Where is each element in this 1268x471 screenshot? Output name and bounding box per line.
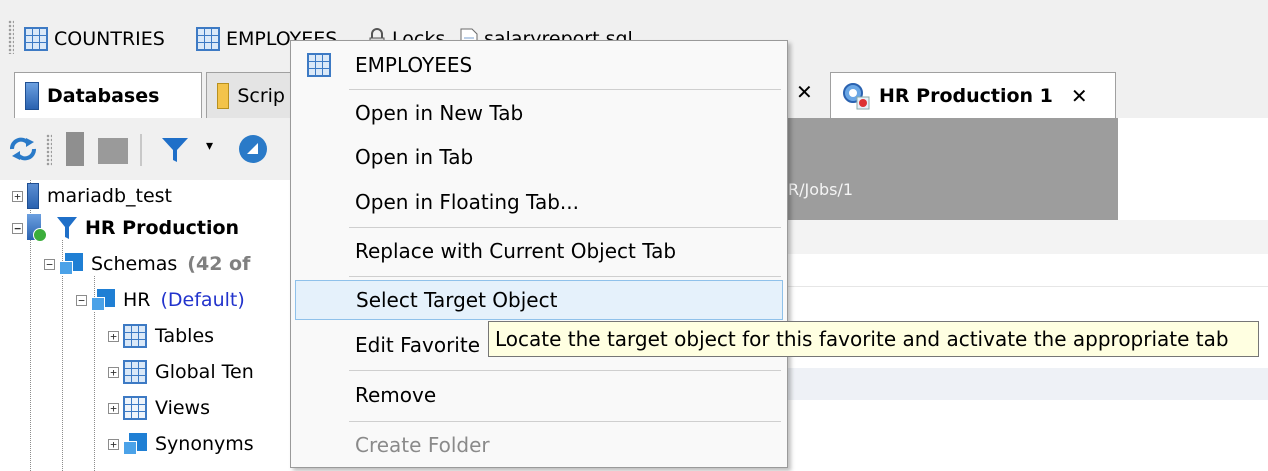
menu-item-open-in-floating-tab[interactable]: Open in Floating Tab... — [295, 182, 783, 222]
tree-node-synonyms[interactable]: + Synonyms — [108, 428, 254, 460]
database-icon — [25, 81, 39, 110]
menu-item-open-in-tab[interactable]: Open in Tab — [295, 137, 783, 177]
schema-icon — [91, 289, 115, 311]
menu-separator — [349, 227, 781, 228]
filter-icon[interactable] — [158, 132, 192, 166]
menu-separator — [349, 421, 781, 422]
expand-icon[interactable]: + — [108, 366, 119, 378]
collapse-icon[interactable]: − — [12, 222, 23, 234]
menu-separator — [349, 276, 781, 277]
tree-node-hr-production[interactable]: − HR Production — [12, 212, 239, 244]
expand-icon[interactable]: + — [108, 438, 119, 450]
menu-item-open-in-new-tab[interactable]: Open in New Tab — [295, 93, 783, 133]
table-icon — [24, 27, 48, 51]
global-temp-table-icon — [123, 360, 147, 384]
table-icon — [307, 53, 331, 77]
close-icon[interactable]: ✕ — [1071, 84, 1088, 108]
collapse-icon[interactable]: − — [76, 294, 87, 306]
database-icon — [27, 183, 39, 209]
schema-icon — [59, 253, 83, 275]
table-icon — [196, 27, 220, 51]
filter-dropdown-arrow[interactable]: ▾ — [206, 138, 213, 154]
toolbar-separator — [140, 134, 142, 166]
expand-icon[interactable]: + — [108, 330, 119, 342]
navigate-icon[interactable] — [236, 132, 270, 166]
tree-node-schemas[interactable]: − Schemas (42 of — [44, 248, 250, 280]
connection-icon — [843, 82, 870, 109]
menu-header-employees: EMPLOYEES — [295, 45, 783, 85]
table-icon — [123, 324, 147, 348]
expand-icon[interactable]: + — [12, 190, 23, 202]
tab-scripts[interactable]: Scrip — [206, 72, 296, 118]
menu-item-remove[interactable]: Remove — [295, 375, 783, 415]
synonym-icon — [123, 433, 147, 455]
menu-separator — [349, 89, 781, 90]
database-tree: + mariadb_test − HR Production − Schemas… — [0, 180, 290, 471]
menu-separator — [349, 370, 781, 371]
connected-database-icon — [27, 214, 53, 242]
filter-icon — [57, 217, 77, 239]
refresh-icon[interactable] — [6, 132, 40, 166]
collapse-icon[interactable]: − — [44, 258, 55, 270]
favorite-context-menu: EMPLOYEES Open in New Tab Open in Tab Op… — [290, 40, 788, 468]
menu-item-create-folder: Create Folder — [355, 433, 490, 457]
tab-close-button[interactable]: ✕ — [796, 80, 813, 104]
disconnect-icon[interactable] — [66, 132, 84, 166]
toolbar-separator — [46, 134, 52, 166]
tree-node-hr-schema[interactable]: − HR (Default) — [76, 284, 245, 316]
expand-icon[interactable]: + — [108, 402, 119, 414]
view-icon — [123, 396, 147, 420]
tooltip: Locate the target object for this favori… — [488, 321, 1259, 357]
tree-node-views[interactable]: + Views — [108, 392, 210, 424]
object-path: R/Jobs/1 — [788, 180, 854, 199]
tree-node-tables[interactable]: + Tables — [108, 320, 214, 352]
menu-item-replace-with-current-object-tab[interactable]: Replace with Current Object Tab — [295, 231, 783, 271]
tree-node-global-temp-tables[interactable]: + Global Ten — [108, 356, 254, 388]
database-toolbar: ▾ — [0, 118, 290, 180]
menu-item-select-target-object[interactable]: Select Target Object — [295, 280, 783, 320]
tab-databases[interactable]: Databases — [14, 72, 202, 118]
folder-icon[interactable] — [98, 138, 128, 164]
toolbar-grip[interactable] — [8, 20, 14, 54]
script-icon — [217, 82, 230, 109]
favorite-countries[interactable]: COUNTRIES — [24, 24, 165, 54]
tab-hr-production-1[interactable]: HR Production 1 ✕ — [830, 72, 1116, 118]
tree-node-mariadb-test[interactable]: + mariadb_test — [12, 180, 172, 212]
